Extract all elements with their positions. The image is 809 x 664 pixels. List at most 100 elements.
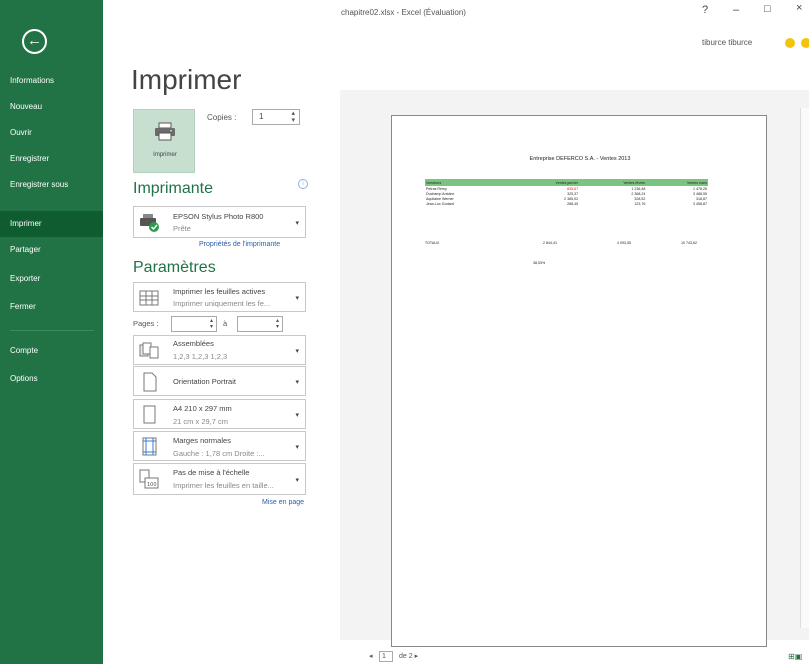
collate-value: Assemblées xyxy=(173,339,214,348)
table-cell: Jean-Luc Godard xyxy=(426,201,454,206)
margins-icon xyxy=(142,437,157,456)
smiley-feedback-icon[interactable] xyxy=(785,38,795,48)
totals-cell: 4 093,55 xyxy=(617,241,631,245)
info-icon[interactable]: i xyxy=(298,179,308,189)
totals-cell: 2 844,41 xyxy=(543,241,557,245)
sidebar-item-informations[interactable]: Informations xyxy=(0,68,103,94)
scaling-icon: 100 xyxy=(139,469,159,489)
preview-doc-title: Entreprise DEFERCO S.A. - Ventes 2013 xyxy=(529,156,631,162)
paper-size-value: A4 210 x 297 mm xyxy=(173,404,232,413)
column-header: Ventes février xyxy=(579,179,647,186)
svg-text:100: 100 xyxy=(147,482,157,488)
maximize-icon[interactable]: □ xyxy=(764,3,771,15)
sidebar-item-compte[interactable]: Compte xyxy=(0,338,103,364)
collate-dropdown[interactable]: Assemblées 1,2,3 1,2,3 1,2,3 ▾ xyxy=(133,335,306,365)
pages-to-input[interactable]: ▴ ▾ xyxy=(237,316,283,332)
pages-from-input[interactable]: ▴ ▾ xyxy=(171,316,217,332)
chevron-down-icon: ▾ xyxy=(295,444,299,451)
sidebar-item-fermer[interactable]: Fermer xyxy=(0,294,103,320)
percentage-value: 38,53% xyxy=(533,261,546,265)
sidebar-item-options[interactable]: Options xyxy=(0,366,103,392)
table-cell: 3 458,87 xyxy=(693,201,707,206)
sidebar-item-ouvrir[interactable]: Ouvrir xyxy=(0,120,103,146)
print-what-dropdown[interactable]: Imprimer les feuilles actives Imprimer u… xyxy=(133,282,306,312)
pages-to-label: à xyxy=(223,319,228,328)
sheets-icon xyxy=(139,290,159,306)
chevron-down-icon: ▾ xyxy=(295,379,299,386)
orientation-value: Orientation Portrait xyxy=(173,377,236,386)
table-row: Jean-Luc Godard 288,45 123,76 3 458,87 xyxy=(425,201,708,206)
sidebar-item-imprimer[interactable]: Imprimer xyxy=(0,211,103,237)
chevron-down-icon: ▾ xyxy=(295,412,299,419)
printer-dropdown[interactable]: EPSON Stylus Photo R800 Prête ▾ xyxy=(133,206,306,238)
margins-dropdown[interactable]: Marges normales Gauche : 1,78 cm Droite … xyxy=(133,431,306,461)
excel-backstage-print: ← Informations Nouveau Ouvrir Enregistre… xyxy=(0,0,809,664)
sidebar-item-nouveau[interactable]: Nouveau xyxy=(0,94,103,120)
printer-icon xyxy=(155,122,175,141)
paper-icon xyxy=(143,405,156,424)
pages-label: Pages : xyxy=(133,319,159,328)
printer-section-title: Imprimante xyxy=(133,180,214,197)
show-margins-icon[interactable]: ⊞ xyxy=(788,652,795,661)
sidebar-item-enregistrer[interactable]: Enregistrer xyxy=(0,146,103,172)
print-button-label: Imprimer xyxy=(153,152,177,158)
current-page-input[interactable]: 1 xyxy=(379,651,393,662)
back-arrow-icon[interactable]: ← xyxy=(22,29,47,54)
print-what-description: Imprimer uniquement les fe... xyxy=(173,299,271,308)
chevron-down-icon: ▾ xyxy=(295,295,299,302)
minimize-icon[interactable]: – xyxy=(733,4,739,16)
backstage-sidebar: ← Informations Nouveau Ouvrir Enregistre… xyxy=(0,0,103,664)
scaling-value: Pas de mise à l'échelle xyxy=(173,468,250,477)
chevron-down-icon: ▾ xyxy=(295,348,299,355)
copies-label: Copies : xyxy=(207,113,237,122)
table-header-row: Vendeurs Ventes janvier Ventes février V… xyxy=(425,179,708,186)
paper-size-dropdown[interactable]: A4 210 x 297 mm 21 cm x 29,7 cm ▾ xyxy=(133,399,306,429)
margins-value: Marges normales xyxy=(173,436,231,445)
preview-scrollbar[interactable] xyxy=(800,108,809,628)
column-header: Ventes janvier xyxy=(510,179,580,186)
sidebar-item-exporter[interactable]: Exporter xyxy=(0,266,103,292)
print-what-value: Imprimer les feuilles actives xyxy=(173,287,266,296)
sidebar-item-enregistrer-sous[interactable]: Enregistrer sous xyxy=(0,172,103,198)
pages-range: Pages : ▴ ▾ à ▴ ▾ xyxy=(133,316,306,332)
print-button[interactable]: Imprimer xyxy=(133,109,195,173)
frown-feedback-icon[interactable] xyxy=(801,38,809,48)
sidebar-item-partager[interactable]: Partager xyxy=(0,237,103,263)
copies-stepper[interactable]: 1 ▴ ▾ xyxy=(252,109,300,125)
sidebar-divider xyxy=(10,330,94,331)
window-title: chapitre02.xlsx - Excel (Évaluation) xyxy=(341,8,466,17)
page-total[interactable]: de 2 ▸ xyxy=(399,652,418,660)
preview-table: Vendeurs Ventes janvier Ventes février V… xyxy=(425,179,708,206)
printer-properties-link[interactable]: Propriétés de l'imprimante xyxy=(199,241,280,248)
totals-label: TOTAUX xyxy=(425,241,440,245)
page-setup-link[interactable]: Mise en page xyxy=(262,499,304,506)
margins-description: Gauche : 1,78 cm Droite :... xyxy=(173,449,265,458)
copies-value: 1 xyxy=(259,112,264,121)
zoom-to-page-icon[interactable]: ▣ xyxy=(795,652,803,661)
paper-size-description: 21 cm x 29,7 cm xyxy=(173,417,229,426)
preview-page: Entreprise DEFERCO S.A. - Ventes 2013 Ve… xyxy=(391,115,767,647)
orientation-dropdown[interactable]: Orientation Portrait ▾ xyxy=(133,366,306,396)
settings-section-title: Paramètres xyxy=(133,259,216,276)
spin-arrows-icon[interactable]: ▴ ▾ xyxy=(291,110,295,124)
collate-icon xyxy=(139,342,159,359)
column-header: Vendeurs xyxy=(425,179,511,186)
printer-status: Prête xyxy=(173,224,191,233)
chevron-down-icon: ▾ xyxy=(295,220,299,227)
prev-page-icon[interactable]: ◂ xyxy=(369,652,373,660)
scaling-description: Imprimer les feuilles en taille... xyxy=(173,481,274,490)
table-cell: 288,45 xyxy=(567,201,579,206)
user-name[interactable]: tiburce tiburce xyxy=(702,38,752,47)
printer-ready-icon xyxy=(140,214,159,232)
chevron-down-icon: ▾ xyxy=(295,477,299,484)
scaling-dropdown[interactable]: 100 Pas de mise à l'échelle Imprimer les… xyxy=(133,463,306,495)
page-title: Imprimer xyxy=(131,64,242,95)
close-icon[interactable]: × xyxy=(796,2,802,14)
preview-zoom-controls: ⊞▣ xyxy=(788,652,802,661)
help-icon[interactable]: ? xyxy=(702,4,708,16)
table-cell: 123,76 xyxy=(634,201,646,206)
column-header: Ventes mars xyxy=(646,179,708,186)
portrait-page-icon xyxy=(143,372,157,392)
collate-description: 1,2,3 1,2,3 1,2,3 xyxy=(173,352,228,361)
totals-cell: 10 743,62 xyxy=(681,241,697,245)
